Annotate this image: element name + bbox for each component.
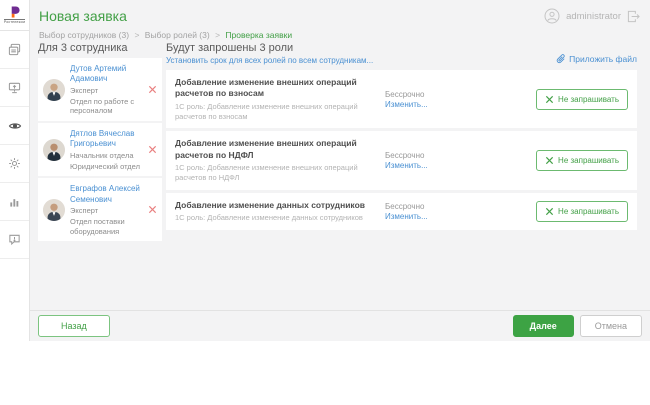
sidebar: Ростелеком	[0, 0, 30, 341]
decline-role-button[interactable]: Не запрашивать	[536, 89, 628, 110]
footer-action-bar: Назад Далее Отмена	[30, 310, 650, 341]
eye-icon	[8, 119, 22, 133]
roles-heading: Будут запрошены 3 роли	[166, 42, 373, 54]
x-icon	[545, 156, 554, 165]
page-title: Новая заявка	[39, 8, 127, 24]
x-icon	[148, 205, 157, 214]
employee-card: Дятлов Вячеслав Григорьевич Начальник от…	[38, 123, 162, 176]
employee-name-link[interactable]: Евграфов Алексей Семенович	[70, 184, 146, 205]
breadcrumb: Выбор сотрудников (3) > Выбор ролей (3) …	[39, 30, 292, 40]
change-term-link[interactable]: Изменить...	[385, 161, 477, 170]
documents-icon	[8, 43, 21, 56]
avatar	[43, 199, 65, 221]
remove-employee-button[interactable]	[148, 145, 157, 154]
roles-header: Будут запрошены 3 роли Установить срок д…	[166, 42, 637, 65]
employee-department: Отдел по работе с персоналом	[70, 97, 146, 117]
employee-position: Начальник отдела	[70, 151, 146, 161]
role-row: Добавление изменение внешних операций ра…	[166, 70, 637, 128]
employee-position: Эксперт	[70, 206, 146, 216]
breadcrumb-step-roles[interactable]: Выбор ролей (3)	[145, 30, 210, 40]
role-term: Бессрочно	[385, 90, 477, 99]
sidebar-item-reports[interactable]	[0, 183, 29, 221]
role-term: Бессрочно	[385, 202, 477, 211]
avatar	[43, 79, 65, 101]
app-root: Ростелеком	[0, 0, 650, 405]
employee-card: Дутов Артемий Адамович Эксперт Отдел по …	[38, 58, 162, 121]
username: administrator	[566, 11, 621, 22]
decline-role-button[interactable]: Не запрашивать	[536, 201, 628, 222]
x-icon	[148, 85, 157, 94]
sidebar-item-requests[interactable]	[0, 31, 29, 69]
role-title: Добавление изменение внешних операций ра…	[175, 138, 371, 161]
rostelecom-logo-icon	[8, 6, 21, 18]
next-button[interactable]: Далее	[513, 315, 574, 337]
user-block: administrator	[544, 8, 640, 24]
employee-department: Юридический отдел	[70, 162, 146, 172]
roles-panel: Будут запрошены 3 роли Установить срок д…	[166, 42, 637, 233]
logout-icon	[627, 10, 640, 23]
breadcrumb-step-review: Проверка заявки	[225, 30, 292, 40]
x-icon	[545, 95, 554, 104]
employee-name-link[interactable]: Дятлов Вячеслав Григорьевич	[70, 129, 146, 150]
rostelecom-logo[interactable]: Ростелеком	[0, 0, 29, 31]
sidebar-item-access[interactable]	[0, 69, 29, 107]
paperclip-icon	[556, 54, 566, 64]
x-icon	[148, 145, 157, 154]
feedback-icon	[8, 233, 21, 246]
sidebar-item-review[interactable]	[0, 107, 29, 145]
role-row: Добавление изменение данных сотрудников …	[166, 193, 637, 230]
role-term: Бессрочно	[385, 151, 477, 160]
back-button[interactable]: Назад	[38, 315, 110, 337]
role-title: Добавление изменение внешних операций ра…	[175, 77, 371, 100]
cancel-button[interactable]: Отмена	[580, 315, 642, 337]
role-subtitle: 1С роль: Добавление изменение внешних оп…	[175, 102, 371, 122]
breadcrumb-separator: >	[215, 30, 220, 40]
employee-name-link[interactable]: Дутов Артемий Адамович	[70, 64, 146, 85]
role-subtitle: 1С роль: Добавление изменение внешних оп…	[175, 163, 371, 183]
set-term-link[interactable]: Установить срок для всех ролей по всем с…	[166, 56, 373, 65]
employee-card: Евграфов Алексей Семенович Эксперт Отдел…	[38, 178, 162, 241]
employee-department: Отдел поставки оборудования	[70, 217, 146, 237]
role-row: Добавление изменение внешних операций ра…	[166, 131, 637, 189]
sidebar-item-feedback[interactable]	[0, 221, 29, 259]
sidebar-item-settings[interactable]	[0, 145, 29, 183]
breadcrumb-separator: >	[134, 30, 139, 40]
employee-position: Эксперт	[70, 86, 146, 96]
x-icon	[545, 207, 554, 216]
remove-employee-button[interactable]	[148, 205, 157, 214]
logout-button[interactable]	[627, 10, 640, 23]
decline-role-button[interactable]: Не запрашивать	[536, 150, 628, 171]
change-term-link[interactable]: Изменить...	[385, 100, 477, 109]
role-title: Добавление изменение данных сотрудников	[175, 200, 371, 211]
employees-heading: Для 3 сотрудника	[38, 42, 162, 54]
role-subtitle: 1С роль: Добавление изменение данных сот…	[175, 213, 371, 223]
user-icon	[544, 8, 560, 24]
monitor-upload-icon	[8, 81, 21, 94]
avatar	[43, 139, 65, 161]
gear-icon	[8, 157, 21, 170]
bar-chart-icon	[8, 195, 21, 208]
remove-employee-button[interactable]	[148, 85, 157, 94]
change-term-link[interactable]: Изменить...	[385, 212, 477, 221]
attach-file-link[interactable]: Приложить файл	[556, 54, 637, 64]
employees-panel: Для 3 сотрудника Дутов Артемий Адамович …	[38, 42, 162, 243]
breadcrumb-step-employees[interactable]: Выбор сотрудников (3)	[39, 30, 129, 40]
logo-caption: Ростелеком	[4, 19, 25, 25]
